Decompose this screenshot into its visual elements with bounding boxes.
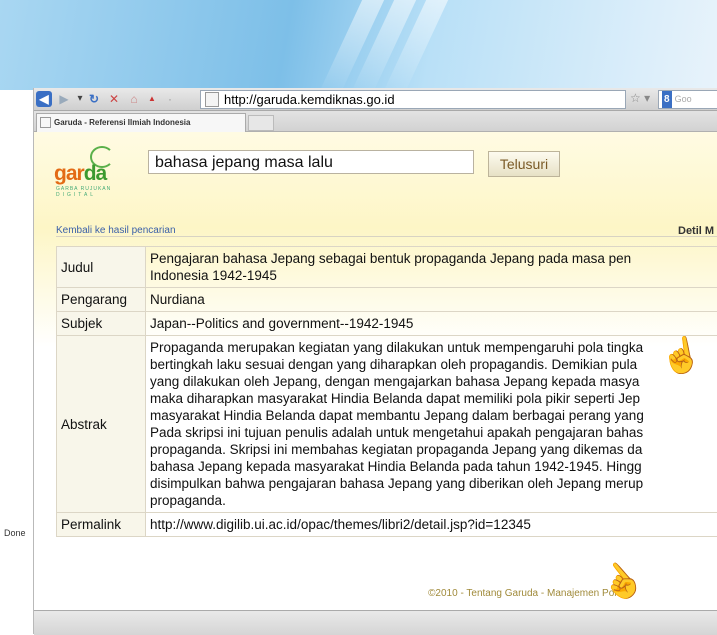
address-url: http://garuda.kemdiknas.go.id bbox=[224, 92, 395, 107]
tab-garuda[interactable]: Garuda - Referensi Ilmiah Indonesia bbox=[36, 113, 246, 132]
star-icon[interactable]: ☆ ▾ bbox=[630, 91, 650, 105]
divider bbox=[56, 236, 717, 237]
reload-icon[interactable]: ↻ bbox=[86, 91, 102, 107]
logo-name: garda bbox=[54, 162, 106, 186]
abstrak-value: Propaganda merupakan kegiatan yang dilak… bbox=[146, 336, 717, 513]
tab-title: Garuda - Referensi Ilmiah Indonesia bbox=[54, 118, 190, 127]
address-bar[interactable]: http://garuda.kemdiknas.go.id bbox=[200, 90, 626, 109]
status-text: Done bbox=[4, 528, 26, 538]
search-button[interactable]: Telusuri bbox=[488, 151, 560, 177]
bookmark-icon[interactable]: ▲ bbox=[144, 91, 160, 107]
stop-icon[interactable]: ✕ bbox=[106, 91, 122, 107]
hand-cursor-icon: ☝ bbox=[657, 333, 706, 380]
footer-text[interactable]: ©2010 - Tentang Garuda - Manajemen Porta bbox=[428, 588, 626, 599]
browser-toolbar: ◀ ▶ ▾ ↻ ✕ ⌂ ▲ · http://garuda.kemdiknas.… bbox=[34, 88, 717, 111]
garuda-logo[interactable]: garda GARBA RUJUKAN DIGITAL bbox=[54, 146, 130, 202]
judul-label: Judul bbox=[57, 247, 146, 288]
separator-icon: · bbox=[162, 91, 178, 107]
permalink-label: Permalink bbox=[57, 513, 146, 537]
back-button[interactable]: ◀ bbox=[36, 91, 52, 107]
back-to-results-link[interactable]: Kembali ke hasil pencarian bbox=[56, 225, 176, 236]
favicon-icon bbox=[40, 117, 51, 128]
browser-window: ◀ ▶ ▾ ↻ ✕ ⌂ ▲ · http://garuda.kemdiknas.… bbox=[33, 88, 717, 634]
search-input[interactable]: bahasa jepang masa lalu bbox=[148, 150, 474, 174]
status-bar bbox=[34, 610, 717, 635]
permalink-value[interactable]: http://www.digilib.ui.ac.id/opac/themes/… bbox=[146, 513, 717, 537]
google-icon: 8 bbox=[662, 91, 672, 108]
pengarang-label: Pengarang bbox=[57, 288, 146, 312]
page-icon bbox=[205, 92, 219, 107]
subjek-value: Japan--Politics and government--1942-194… bbox=[146, 312, 717, 336]
search-engine-label: Goo bbox=[675, 94, 692, 104]
home-icon[interactable]: ⌂ bbox=[126, 91, 142, 107]
logo-tagline-digital: DIGITAL bbox=[56, 192, 96, 198]
hand-cursor-icon: ☝ bbox=[592, 553, 650, 611]
table-row: Subjek Japan--Politics and government--1… bbox=[57, 312, 717, 336]
table-row: Judul Pengajaran bahasa Jepang sebagai b… bbox=[57, 247, 717, 288]
pengarang-value: Nurdiana bbox=[146, 288, 717, 312]
new-tab-button[interactable] bbox=[248, 115, 274, 131]
table-row: Permalink http://www.digilib.ui.ac.id/op… bbox=[57, 513, 717, 537]
table-row: Pengarang Nurdiana bbox=[57, 288, 717, 312]
page-content: garda GARBA RUJUKAN DIGITAL bahasa jepan… bbox=[34, 132, 717, 610]
forward-button[interactable]: ▶ bbox=[56, 91, 72, 107]
metadata-table: Judul Pengajaran bahasa Jepang sebagai b… bbox=[56, 246, 717, 537]
judul-value[interactable]: Pengajaran bahasa Jepang sebagai bentuk … bbox=[146, 247, 717, 288]
abstrak-label: Abstrak bbox=[57, 336, 146, 513]
table-row: Abstrak Propaganda merupakan kegiatan ya… bbox=[57, 336, 717, 513]
subjek-label: Subjek bbox=[57, 312, 146, 336]
tab-bar: Garuda - Referensi Ilmiah Indonesia bbox=[34, 111, 717, 132]
search-engine-box[interactable]: 8Goo bbox=[658, 90, 717, 109]
